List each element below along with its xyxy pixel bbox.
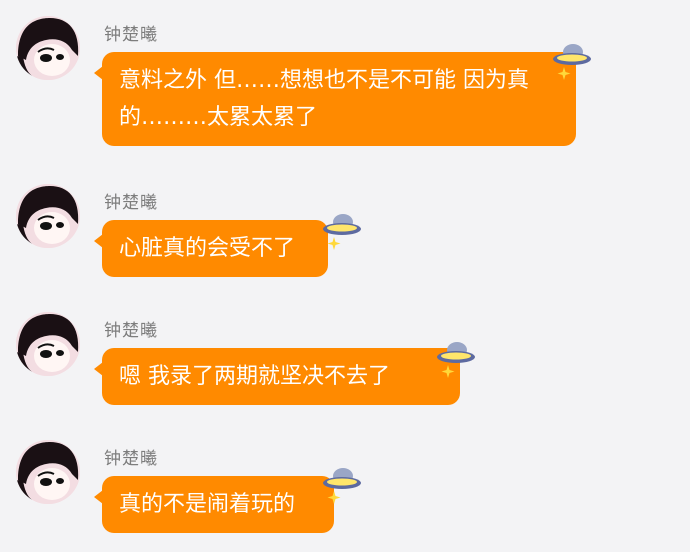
sender-name: 钟楚曦: [104, 25, 158, 45]
message-bubble[interactable]: 心脏真的会受不了: [94, 220, 328, 277]
message-text: 心脏真的会受不了: [119, 236, 296, 261]
message-text: 真的不是闹着玩的: [119, 492, 296, 517]
avatar-portrait-icon: [16, 16, 80, 80]
ufo-sparkle-icon: [553, 44, 591, 80]
ufo-sparkle-icon: [437, 342, 475, 378]
message-bubble[interactable]: 嗯 我录了两期就坚决不去了: [94, 348, 460, 405]
avatar-portrait-icon: [16, 184, 80, 248]
message-text: 意料之外 但……想想也不是不可能 因为真的………太累太累了: [119, 68, 529, 130]
ufo-sparkle-icon: [323, 214, 361, 250]
avatar[interactable]: [16, 312, 80, 376]
sender-name: 钟楚曦: [104, 321, 158, 341]
sender-name: 钟楚曦: [104, 449, 158, 469]
avatar-portrait-icon: [16, 440, 80, 504]
avatar[interactable]: [16, 440, 80, 504]
avatar-portrait-icon: [16, 312, 80, 376]
message-bubble[interactable]: 真的不是闹着玩的: [94, 476, 334, 533]
avatar[interactable]: [16, 16, 80, 80]
ufo-sparkle-icon: [323, 468, 361, 504]
message-bubble[interactable]: 意料之外 但……想想也不是不可能 因为真的………太累太累了: [94, 52, 576, 146]
message-text: 嗯 我录了两期就坚决不去了: [119, 364, 390, 389]
avatar[interactable]: [16, 184, 80, 248]
sender-name: 钟楚曦: [104, 193, 158, 213]
